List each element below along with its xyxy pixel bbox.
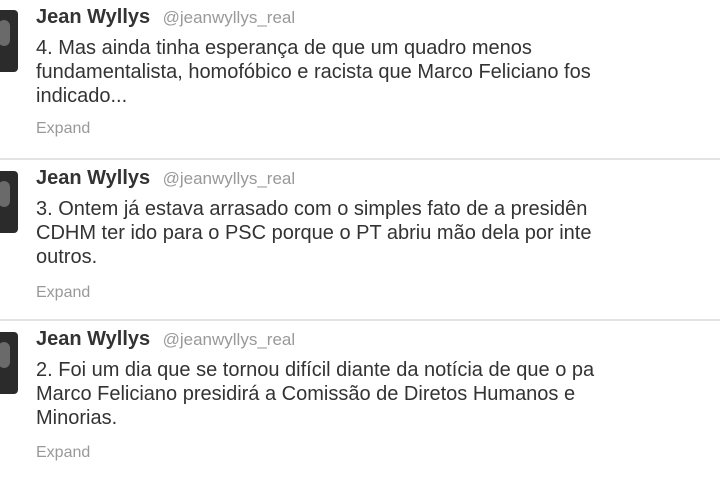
tweet-username[interactable]: @jeanwyllys_real xyxy=(163,8,296,27)
expand-link[interactable]: Expand xyxy=(36,284,90,302)
expand-link[interactable]: Expand xyxy=(36,120,90,138)
tweet-username[interactable]: @jeanwyllys_real xyxy=(163,169,296,188)
avatar[interactable] xyxy=(0,332,18,394)
tweet-text-line: 2. Foi um dia que se tornou difícil dian… xyxy=(36,359,595,381)
tweet-text-line: Minorias. xyxy=(36,407,118,429)
tweet-text-line: Marco Feliciano presidirá a Comissão de … xyxy=(36,383,576,405)
tweet-header: Jean Wyllys @jeanwyllys_real xyxy=(36,328,295,351)
avatar[interactable] xyxy=(0,171,18,233)
tweet[interactable]: Jean Wyllys @jeanwyllys_real 3. Ontem já… xyxy=(0,161,720,323)
tweet-timeline: Jean Wyllys @jeanwyllys_real 4. Mas aind… xyxy=(0,0,720,480)
tweet-fullname[interactable]: Jean Wyllys xyxy=(36,328,150,350)
tweet-text: 2. Foi um dia que se tornou difícil dian… xyxy=(36,358,720,430)
tweet-text-line: CDHM ter ido para o PSC porque o PT abri… xyxy=(36,222,592,244)
tweet-text-line: 4. Mas ainda tinha esperança de que um q… xyxy=(36,37,532,59)
tweet-fullname[interactable]: Jean Wyllys xyxy=(36,167,150,189)
tweet-text-line: 3. Ontem já estava arrasado com o simple… xyxy=(36,198,588,220)
tweet-text-line: fundamentalista, homofóbico e racista qu… xyxy=(36,61,591,83)
tweet-username[interactable]: @jeanwyllys_real xyxy=(163,330,296,349)
tweet[interactable]: Jean Wyllys @jeanwyllys_real 2. Foi um d… xyxy=(0,322,720,480)
divider xyxy=(0,319,720,321)
tweet-text-line: outros. xyxy=(36,246,98,268)
tweet-fullname[interactable]: Jean Wyllys xyxy=(36,6,150,28)
divider xyxy=(0,158,720,160)
tweet-header: Jean Wyllys @jeanwyllys_real xyxy=(36,6,295,29)
tweet[interactable]: Jean Wyllys @jeanwyllys_real 4. Mas aind… xyxy=(0,0,720,162)
avatar[interactable] xyxy=(0,10,18,72)
tweet-header: Jean Wyllys @jeanwyllys_real xyxy=(36,167,295,190)
tweet-text-line: indicado... xyxy=(36,85,128,107)
tweet-text: 4. Mas ainda tinha esperança de que um q… xyxy=(36,36,720,108)
expand-link[interactable]: Expand xyxy=(36,444,90,462)
tweet-text: 3. Ontem já estava arrasado com o simple… xyxy=(36,197,720,269)
